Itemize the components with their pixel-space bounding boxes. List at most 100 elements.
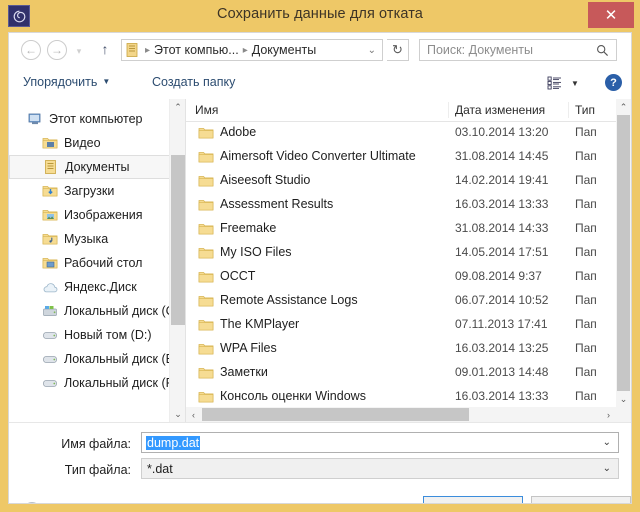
back-button[interactable]: ←	[21, 40, 41, 60]
view-list-icon[interactable]	[547, 75, 563, 91]
view-options-chevron-down-icon[interactable]: ▼	[571, 79, 579, 88]
cancel-button[interactable]: Отмена	[531, 496, 631, 503]
folder-icon	[198, 125, 214, 141]
new-folder-button[interactable]: Создать папку	[152, 75, 235, 89]
file-date-cell: 07.11.2013 17:41	[455, 317, 548, 331]
table-row[interactable]: Заметки 09.01.2013 14:48 Пап	[186, 361, 616, 385]
column-header-name[interactable]: Имя	[195, 103, 218, 117]
up-button[interactable]: ↑	[97, 41, 113, 59]
sidebar-item-label: Рабочий стол	[64, 256, 143, 270]
chevron-down-icon[interactable]: ⌄	[603, 437, 611, 448]
folder-icon	[198, 245, 214, 261]
sidebar-item-label: Видео	[64, 136, 101, 150]
chevron-down-icon[interactable]: ⌄	[368, 45, 376, 56]
yandex-disk-icon	[42, 279, 58, 295]
browser-panes: Этот компьютер viewBox="0 0 16 16" width=…	[9, 99, 631, 422]
table-row[interactable]: OCCT 09.08.2014 9:37 Пап	[186, 265, 616, 289]
hide-folders-button[interactable]: ▲ Скрыть папки	[23, 502, 127, 503]
table-row[interactable]: Adobe 03.10.2014 13:20 Пап	[186, 121, 616, 145]
folder-icon	[198, 389, 214, 405]
sidebar-item-8[interactable]: Локальный диск (C:)	[9, 299, 185, 323]
file-list-pane: Имя Дата изменения Тип Adobe 03.10.2014 1…	[186, 99, 631, 422]
sidebar-item-7[interactable]: Яндекс.Диск	[9, 275, 185, 299]
breadcrumb-item-0[interactable]: Этот компью...	[154, 43, 239, 57]
column-header-type[interactable]: Тип	[575, 103, 595, 117]
table-row[interactable]: Remote Assistance Logs 06.07.2014 10:52 Па…	[186, 289, 616, 313]
sidebar-item-11[interactable]: Локальный диск (F:)	[9, 371, 185, 395]
file-type-cell: Пап	[575, 293, 597, 307]
navigation-bar: ← → ▾ ↑ ▸ Этот компью... ▸ Документы ⌄ ↻…	[9, 33, 631, 67]
page-title: Сохранить данные для отката	[217, 6, 423, 22]
sidebar-item-10[interactable]: Локальный диск (E:)	[9, 347, 185, 371]
sidebar-item-3[interactable]: viewBox="0 0 16 16" width="16" height="1…	[9, 179, 185, 203]
sidebar-item-9[interactable]: Новый том (D:)	[9, 323, 185, 347]
navigation-pane-scrollbar[interactable]: ⌃ ⌄	[169, 99, 185, 422]
table-row[interactable]: Aiseesoft Studio 14.02.2014 19:41 Пап	[186, 169, 616, 193]
file-type-cell: Пап	[575, 365, 597, 379]
dialog-client-area: ← → ▾ ↑ ▸ Этот компью... ▸ Документы ⌄ ↻…	[8, 32, 632, 504]
file-date-cell: 03.10.2014 13:20	[455, 125, 549, 139]
folder-icon	[198, 173, 214, 189]
table-row[interactable]: Aimersoft Video Converter Ultimate 31.08.…	[186, 145, 616, 169]
table-row[interactable]: The KMPlayer 07.11.2013 17:41 Пап	[186, 313, 616, 337]
sidebar-item-label: Локальный диск (E:)	[64, 352, 182, 366]
sidebar-item-6[interactable]: viewBox="0 0 16 16" width="16" height="1…	[9, 251, 185, 275]
scroll-down-icon[interactable]: ⌄	[170, 406, 185, 422]
table-row[interactable]: My ISO Files 14.05.2014 17:51 Пап	[186, 241, 616, 265]
file-list-horizontal-scrollbar[interactable]: ‹ ›	[186, 407, 631, 422]
file-type-cell: Пап	[575, 269, 597, 283]
table-row[interactable]: Freemake 31.08.2014 14:33 Пап	[186, 217, 616, 241]
save-button[interactable]: Сохранить	[423, 496, 523, 503]
breadcrumb-item-1[interactable]: Документы	[252, 43, 316, 57]
table-row[interactable]: Assessment Results 16.03.2014 13:33 Пап	[186, 193, 616, 217]
scrollbar-thumb[interactable]	[171, 155, 185, 325]
search-input[interactable]: Поиск: Документы	[419, 39, 617, 61]
scroll-down-icon[interactable]: ⌄	[616, 391, 631, 407]
sidebar-item-0[interactable]: Этот компьютер	[9, 107, 185, 131]
close-button[interactable]: ✕	[588, 2, 634, 28]
downloads-folder-icon: viewBox="0 0 16 16" width="16" height="1…	[42, 183, 58, 199]
file-type-cell: Пап	[575, 317, 597, 331]
table-row[interactable]: WPA Files 16.03.2014 13:25 Пап	[186, 337, 616, 361]
chevron-down-icon[interactable]: ⌄	[603, 463, 611, 474]
scroll-left-icon[interactable]: ‹	[186, 407, 201, 422]
command-toolbar: Упорядочить ▼ Создать папку ▼ ?	[9, 67, 631, 99]
file-type-select[interactable]: *.dat ⌄	[141, 458, 619, 479]
address-bar[interactable]: ▸ Этот компью... ▸ Документы ⌄	[121, 39, 383, 61]
refresh-button[interactable]: ↻	[387, 39, 409, 61]
sidebar-item-5[interactable]: viewBox="0 0 16 16" width="16" height="1…	[9, 227, 185, 251]
file-name-cell: Aimersoft Video Converter Ultimate	[220, 149, 416, 163]
file-type-cell: Пап	[575, 173, 597, 187]
file-name-cell: WPA Files	[220, 341, 277, 355]
crumb-separator-icon: ▸	[145, 44, 151, 56]
scrollbar-thumb[interactable]	[617, 115, 630, 391]
sidebar-item-label: Изображения	[64, 208, 143, 222]
file-list-vertical-scrollbar[interactable]: ⌃ ⌄	[616, 99, 631, 407]
help-button[interactable]: ?	[605, 74, 622, 91]
folder-icon	[198, 341, 214, 357]
drive-icon	[42, 375, 58, 391]
sidebar-item-label: Локальный диск (C:)	[64, 304, 183, 318]
folder-icon	[198, 149, 214, 165]
folder-icon	[198, 197, 214, 213]
drive-icon	[42, 351, 58, 367]
sidebar-item-2[interactable]: Документы	[9, 155, 185, 179]
scroll-up-icon[interactable]: ⌃	[616, 99, 631, 115]
file-name-input[interactable]: dump.dat ⌄	[141, 432, 619, 453]
file-date-cell: 14.02.2014 19:41	[455, 173, 549, 187]
file-type-cell: Пап	[575, 389, 597, 403]
forward-button[interactable]: →	[47, 40, 67, 60]
recent-locations-button[interactable]: ▾	[73, 46, 85, 56]
file-type-cell: Пап	[575, 125, 597, 139]
table-row[interactable]: Консоль оценки Windows 16.03.2014 13:33 Па…	[186, 385, 616, 409]
scroll-right-icon[interactable]: ›	[601, 407, 616, 422]
organize-button[interactable]: Упорядочить ▼	[23, 75, 110, 89]
dialog-footer: ▲ Скрыть папки Сохранить Отмена ⁘	[9, 488, 631, 503]
column-header-date[interactable]: Дата изменения	[455, 103, 545, 117]
sidebar-item-1[interactable]: viewBox="0 0 16 16" width="16" height="1…	[9, 131, 185, 155]
scrollbar-thumb[interactable]	[202, 408, 469, 421]
scroll-up-icon[interactable]: ⌃	[170, 99, 185, 115]
save-dialog-window: Сохранить данные для отката ✕ ← → ▾ ↑ ▸ …	[0, 0, 640, 512]
sidebar-item-4[interactable]: viewBox="0 0 16 16" width="16" height="1…	[9, 203, 185, 227]
search-placeholder: Поиск: Документы	[427, 43, 534, 57]
